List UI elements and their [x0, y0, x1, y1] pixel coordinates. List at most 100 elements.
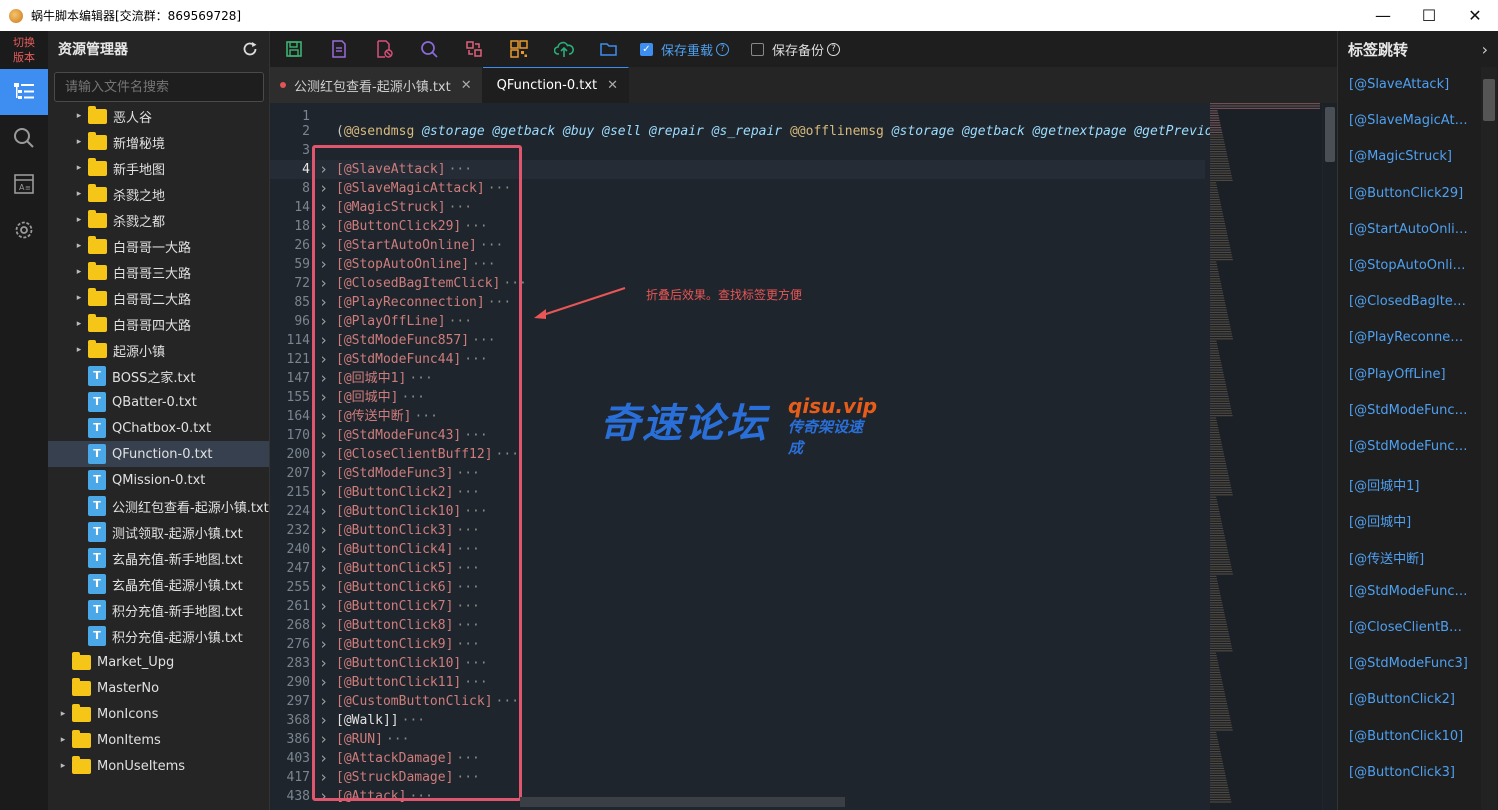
tag-jump-link[interactable]: [@ClosedBagItemClick] — [1349, 294, 1469, 309]
tree-file[interactable]: T 公测红包查看-起源小镇.txt — [48, 493, 269, 519]
save-button[interactable] — [284, 39, 304, 59]
tree-folder[interactable]: ▸ 恶人谷 — [48, 103, 269, 129]
tree-file[interactable]: T QChatbox-0.txt — [48, 415, 269, 441]
tag-jump-link[interactable]: [@StartAutoOnline] — [1349, 222, 1469, 237]
format-tab[interactable]: A ≡ — [0, 161, 48, 207]
chevron-right-icon[interactable]: ▸ — [74, 137, 84, 147]
tag-jump-link[interactable]: [@回城中1] — [1349, 475, 1469, 494]
save-backup-checkbox[interactable]: 保存备份 ? — [751, 40, 841, 59]
tag-jump-link[interactable]: [@PlayReconnection] — [1349, 330, 1469, 345]
line-number: 14 — [294, 200, 310, 215]
window-controls: — ☐ ✕ — [1360, 0, 1498, 31]
editor-toolbar: ✓ 保存重载 ? 保存备份 ? — [270, 31, 1337, 67]
refresh-icon[interactable] — [241, 40, 259, 58]
tag-jump-link[interactable]: [@StdModeFunc857] — [1349, 403, 1469, 418]
tag-jump-link[interactable]: [@SlaveMagicAttack] — [1349, 113, 1469, 128]
chevron-right-icon[interactable]: ▸ — [58, 735, 68, 745]
save-reload-checkbox[interactable]: ✓ 保存重载 ? — [640, 40, 730, 59]
tag-jump-link[interactable]: [@回城中] — [1349, 511, 1469, 530]
chevron-right-icon[interactable]: ▸ — [74, 319, 84, 329]
tag-jump-link[interactable]: [@StopAutoOnline] — [1349, 258, 1469, 273]
tree-folder[interactable]: ▸ MonItems — [48, 727, 269, 753]
chevron-right-icon[interactable]: › — [1482, 40, 1488, 59]
tree-folder[interactable]: ▸ 新增秘境 — [48, 129, 269, 155]
chevron-right-icon[interactable]: ▸ — [74, 111, 84, 121]
tree-folder[interactable]: ▸ 白哥哥四大路 — [48, 311, 269, 337]
minimap[interactable] — [1210, 103, 1322, 810]
tag-jump-link[interactable]: [@ButtonClick29] — [1349, 186, 1469, 201]
tag-jump-link[interactable]: [@MagicStruck] — [1349, 149, 1469, 164]
horizontal-scrollbar-thumb[interactable] — [520, 797, 845, 807]
tag-panel-scrollbar[interactable] — [1481, 67, 1497, 810]
chevron-right-icon[interactable]: ▸ — [74, 215, 84, 225]
tab-file-redpacket[interactable]: 公测红包查看-起源小镇.txt ✕ — [270, 67, 483, 103]
tag-panel-scrollbar-thumb[interactable] — [1483, 79, 1495, 121]
tree-folder[interactable]: ▸ 杀戮之都 — [48, 207, 269, 233]
tree-file[interactable]: T 测试领取-起源小镇.txt — [48, 519, 269, 545]
tree-folder[interactable]: ▸ 白哥哥二大路 — [48, 285, 269, 311]
help-icon[interactable]: ? — [827, 42, 841, 56]
tag-jump-link[interactable]: [@SlaveAttack] — [1349, 77, 1469, 92]
open-folder-button[interactable] — [599, 39, 619, 59]
tag-jump-link[interactable]: [@StdModeFunc44] — [1349, 439, 1469, 454]
tree-folder[interactable]: ▸ MonIcons — [48, 701, 269, 727]
find-button[interactable] — [419, 39, 439, 59]
chevron-right-icon[interactable]: ▸ — [74, 189, 84, 199]
tree-file[interactable]: T QFunction-0.txt — [48, 441, 269, 467]
help-icon[interactable]: ? — [716, 42, 730, 56]
vertical-scrollbar-thumb[interactable] — [1325, 107, 1335, 162]
chevron-right-icon[interactable]: ▸ — [74, 241, 84, 251]
line-number: 155 — [286, 390, 310, 405]
tree-folder[interactable]: MasterNo — [48, 675, 269, 701]
tag-jump-link[interactable]: [@传送中断] — [1349, 548, 1469, 567]
tree-folder[interactable]: ▸ 白哥哥一大路 — [48, 233, 269, 259]
close-tab-icon[interactable]: ✕ — [607, 78, 618, 93]
tree-folder[interactable]: ▸ MonUseItems — [48, 753, 269, 779]
tree-folder[interactable]: ▸ 白哥哥三大路 — [48, 259, 269, 285]
chevron-right-icon[interactable]: ▸ — [58, 761, 68, 771]
chevron-right-icon[interactable]: ▸ — [74, 293, 84, 303]
vertical-scrollbar[interactable] — [1323, 103, 1337, 810]
tree-file[interactable]: T QMission-0.txt — [48, 467, 269, 493]
tree-folder[interactable]: Market_Upg — [48, 649, 269, 675]
file-search-input[interactable] — [54, 72, 264, 102]
tree-file[interactable]: T BOSS之家.txt — [48, 363, 269, 389]
tag-jump-link[interactable]: [@PlayOffLine] — [1349, 367, 1469, 382]
tree-file[interactable]: T QBatter-0.txt — [48, 389, 269, 415]
chevron-right-icon[interactable]: ▸ — [58, 709, 68, 719]
edit-file-button[interactable] — [329, 39, 349, 59]
switch-version-button[interactable]: 切换 版本 — [0, 31, 48, 69]
qr-code-button[interactable] — [509, 39, 529, 59]
tree-folder[interactable]: ▸ 起源小镇 — [48, 337, 269, 363]
chevron-right-icon[interactable]: ▸ — [74, 345, 84, 355]
tag-jump-link[interactable]: [@ButtonClick10] — [1349, 729, 1469, 744]
tree-file[interactable]: T 玄晶充值-起源小镇.txt — [48, 571, 269, 597]
tag-jump-link[interactable]: [@ButtonClick3] — [1349, 765, 1469, 780]
close-button[interactable]: ✕ — [1452, 0, 1498, 31]
minimize-button[interactable]: — — [1360, 0, 1406, 31]
tag-jump-link[interactable]: [@CloseClientBuff12] — [1349, 620, 1469, 635]
close-tab-icon[interactable]: ✕ — [461, 78, 472, 93]
replace-button[interactable] — [464, 39, 484, 59]
text-file-icon: T — [88, 522, 106, 542]
tree-file[interactable]: T 积分充值-新手地图.txt — [48, 597, 269, 623]
tag-jump-link[interactable]: [@StdModeFunc43] — [1349, 584, 1469, 599]
chevron-right-icon[interactable]: ▸ — [74, 267, 84, 277]
chevron-right-icon[interactable]: ▸ — [74, 163, 84, 173]
tree-folder[interactable]: ▸ 新手地图 — [48, 155, 269, 181]
close-file-button[interactable] — [374, 39, 394, 59]
settings-tab[interactable] — [0, 207, 48, 253]
maximize-button[interactable]: ☐ — [1406, 0, 1452, 31]
tag-jump-link[interactable]: [@ButtonClick2] — [1349, 692, 1469, 707]
explorer-tab[interactable] — [0, 69, 48, 115]
tag-jump-link[interactable]: [@StdModeFunc3] — [1349, 656, 1469, 671]
line-number: 4 — [302, 162, 310, 177]
tab-file-qfunction[interactable]: QFunction-0.txt ✕ — [482, 67, 630, 103]
upload-button[interactable] — [554, 39, 574, 59]
search-tab[interactable] — [0, 115, 48, 161]
tree-file[interactable]: T 玄晶充值-新手地图.txt — [48, 545, 269, 571]
text-format-icon: A ≡ — [14, 174, 34, 194]
tree-file[interactable]: T 积分充值-起源小镇.txt — [48, 623, 269, 649]
tree-folder[interactable]: ▸ 杀戮之地 — [48, 181, 269, 207]
code-editor[interactable]: 1 2 (@@sendmsg @storage @getback @buy @s… — [270, 103, 1337, 810]
